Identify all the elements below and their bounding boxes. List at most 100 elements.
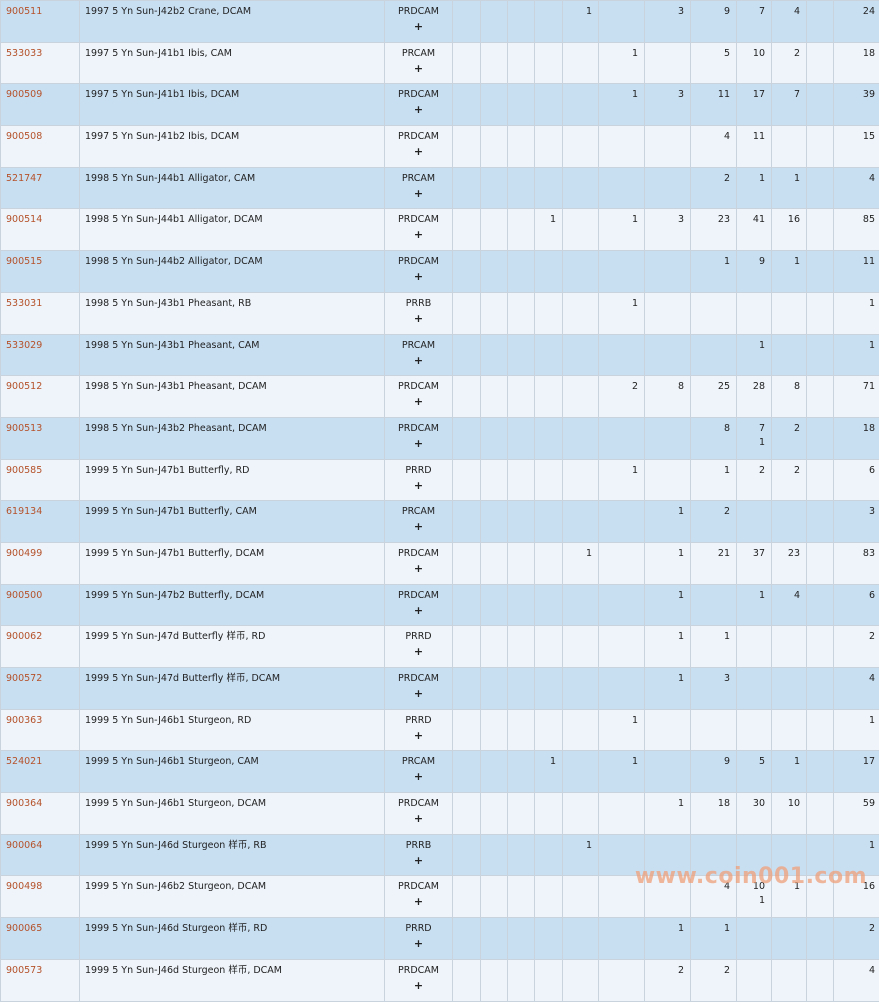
- cert-id-link[interactable]: 900513: [6, 423, 42, 434]
- table-row: 5217471998 5 Yn Sun-J44b1 Alligator, CAM…: [1, 167, 879, 209]
- grade-count: 1: [550, 756, 556, 767]
- grade-count-cell: [453, 126, 481, 168]
- grade-count-cell: [807, 793, 834, 835]
- grade-count-cell: [563, 918, 599, 960]
- grade-count-cell: [807, 876, 834, 918]
- grade-count: 3: [678, 89, 684, 100]
- designation-label: PRCAM: [402, 756, 435, 767]
- designation-cell: PRDCAM+: [385, 376, 453, 418]
- grade-count: 8: [724, 423, 730, 434]
- cert-id-cell: 900065: [1, 918, 80, 960]
- grade-count-cell: [453, 334, 481, 376]
- grade-count: 1: [794, 881, 800, 892]
- grade-count-cell: [599, 417, 645, 459]
- grade-plus-count: 1: [737, 436, 765, 450]
- grade-count-cell: [508, 584, 535, 626]
- cert-id-link[interactable]: 521747: [6, 173, 42, 184]
- designation-cell: PRRD+: [385, 626, 453, 668]
- designation-label: PRDCAM: [398, 381, 439, 392]
- cert-id-cell: 900514: [1, 209, 80, 251]
- plus-grade-marker: +: [385, 102, 452, 117]
- cert-id-link[interactable]: 619134: [6, 506, 42, 517]
- grade-count-cell: [772, 834, 807, 876]
- grade-count-cell: [535, 584, 563, 626]
- grade-count-cell: [453, 834, 481, 876]
- grade-count: 2: [724, 173, 730, 184]
- cert-id-link[interactable]: 533031: [6, 298, 42, 309]
- grade-count-cell: 2: [691, 959, 737, 1001]
- cert-id-link[interactable]: 900511: [6, 6, 42, 17]
- grade-count-cell: 1: [691, 918, 737, 960]
- grade-count-cell: [691, 584, 737, 626]
- cert-id-link[interactable]: 900585: [6, 465, 42, 476]
- grade-count-cell: [481, 167, 508, 209]
- grade-count-cell: [508, 793, 535, 835]
- grade-count-cell: 17: [737, 84, 772, 126]
- total-count: 11: [834, 251, 879, 293]
- grade-count-cell: 1: [645, 918, 691, 960]
- cert-id-link[interactable]: 900573: [6, 965, 42, 976]
- grade-count-cell: [599, 584, 645, 626]
- cert-id-link[interactable]: 900514: [6, 214, 42, 225]
- designation-label: PRDCAM: [398, 214, 439, 225]
- cert-id-link[interactable]: 900572: [6, 673, 42, 684]
- grade-count-cell: 2: [599, 376, 645, 418]
- cert-id-link[interactable]: 900065: [6, 923, 42, 934]
- cert-id-link[interactable]: 900509: [6, 89, 42, 100]
- grade-count-cell: [807, 126, 834, 168]
- cert-id-link[interactable]: 900064: [6, 840, 42, 851]
- grade-count-cell: 3: [645, 1, 691, 43]
- grade-count-cell: 1: [535, 209, 563, 251]
- cert-id-link[interactable]: 900363: [6, 715, 42, 726]
- coin-description: 1997 5 Yn Sun-J41b1 Ibis, DCAM: [80, 84, 385, 126]
- grade-count-cell: [807, 376, 834, 418]
- grade-count-cell: [807, 42, 834, 84]
- cert-id-link[interactable]: 900508: [6, 131, 42, 142]
- table-row: 9005001999 5 Yn Sun-J47b2 Butterfly, DCA…: [1, 584, 879, 626]
- grade-count-cell: [599, 126, 645, 168]
- grade-count-cell: [535, 1, 563, 43]
- cert-id-link[interactable]: 533033: [6, 48, 42, 59]
- grade-count-cell: 101: [737, 876, 772, 918]
- grade-count: 30: [753, 798, 765, 809]
- designation-label: PRDCAM: [398, 131, 439, 142]
- grade-count-cell: 1: [691, 459, 737, 501]
- cert-id-link[interactable]: 900515: [6, 256, 42, 267]
- cert-id-link[interactable]: 900512: [6, 381, 42, 392]
- grade-count-cell: [535, 42, 563, 84]
- coin-description: 1999 5 Yn Sun-J46b1 Sturgeon, RD: [80, 709, 385, 751]
- designation-label: PRRD: [405, 715, 431, 726]
- cert-id-link[interactable]: 900062: [6, 631, 42, 642]
- total-count: 6: [834, 459, 879, 501]
- cert-id-link[interactable]: 900364: [6, 798, 42, 809]
- cert-id-link[interactable]: 900500: [6, 590, 42, 601]
- grade-count-cell: 1: [645, 542, 691, 584]
- total-count: 2: [834, 626, 879, 668]
- grade-count: 23: [788, 548, 800, 559]
- grade-count-cell: [807, 751, 834, 793]
- table-row: 9004981999 5 Yn Sun-J46b2 Sturgeon, DCAM…: [1, 876, 879, 918]
- cert-id-link[interactable]: 900499: [6, 548, 42, 559]
- total-count: 1: [834, 334, 879, 376]
- cert-id-link[interactable]: 900498: [6, 881, 42, 892]
- grade-count-cell: 9: [691, 751, 737, 793]
- designation-label: PRRD: [405, 923, 431, 934]
- grade-count-cell: 1: [645, 501, 691, 543]
- cert-id-link[interactable]: 533029: [6, 340, 42, 351]
- cert-id-link[interactable]: 524021: [6, 756, 42, 767]
- grade-count-cell: [807, 417, 834, 459]
- coin-description: 1999 5 Yn Sun-J47d Butterfly 样币, DCAM: [80, 668, 385, 710]
- grade-count-cell: 41: [737, 209, 772, 251]
- grade-count-cell: [535, 334, 563, 376]
- table-row: 9005111997 5 Yn Sun-J42b2 Crane, DCAMPRD…: [1, 1, 879, 43]
- grade-count-cell: [563, 584, 599, 626]
- grade-count-cell: [508, 84, 535, 126]
- designation-label: PRDCAM: [398, 965, 439, 976]
- grade-count-cell: 1: [645, 626, 691, 668]
- grade-count-cell: [563, 84, 599, 126]
- grade-count-cell: [481, 292, 508, 334]
- grade-count: 18: [718, 798, 730, 809]
- designation-label: PRCAM: [402, 340, 435, 351]
- grade-count: 7: [759, 423, 765, 434]
- grade-count-cell: 4: [691, 876, 737, 918]
